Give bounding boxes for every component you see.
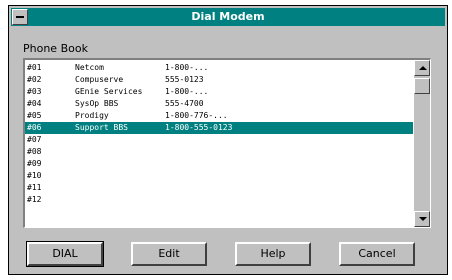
- entry-name: Prodigy: [75, 111, 109, 120]
- entry-num: #11: [27, 183, 42, 192]
- list-item[interactable]: #01 Netcom 1-800-...: [25, 62, 413, 74]
- arrow-up-icon: [419, 66, 427, 70]
- arrow-down-icon: [419, 217, 427, 221]
- help-button[interactable]: Help: [235, 242, 311, 266]
- list-item[interactable]: #11: [25, 182, 413, 194]
- edit-button[interactable]: Edit: [131, 242, 207, 266]
- entry-num: #06: [27, 123, 42, 132]
- phone-book-label: Phone Book: [23, 42, 88, 55]
- entry-phone: 1-800-555-0123: [165, 123, 233, 132]
- entry-phone: 1-800-...: [165, 63, 209, 72]
- entry-phone: 1-800-776-...: [165, 111, 228, 120]
- window-title: Dial Modem: [191, 10, 265, 23]
- system-menu-icon[interactable]: [12, 9, 28, 25]
- entry-num: #01: [27, 63, 42, 72]
- scroll-down-button[interactable]: [414, 211, 430, 227]
- entry-name: Support BBS: [75, 123, 128, 132]
- entry-num: #07: [27, 135, 42, 144]
- entry-num: #04: [27, 99, 42, 108]
- list-item[interactable]: #08: [25, 146, 413, 158]
- list-item[interactable]: #03 GEnie Services 1-800-...: [25, 86, 413, 98]
- list-item[interactable]: #07: [25, 134, 413, 146]
- dial-button[interactable]: DIAL: [26, 241, 104, 267]
- entry-num: #03: [27, 87, 42, 96]
- entry-phone: 555-4700: [165, 99, 204, 108]
- entry-num: #05: [27, 111, 42, 120]
- list-item[interactable]: #04 SysOp BBS 555-4700: [25, 98, 413, 110]
- entry-phone: 1-800-...: [165, 87, 209, 96]
- phone-book-list[interactable]: #01 Netcom 1-800-... #02 Compuserve 555-0123 #…: [23, 58, 431, 228]
- list-item[interactable]: #12: [25, 194, 413, 206]
- scroll-thumb[interactable]: [414, 78, 430, 94]
- list-item[interactable]: #02 Compuserve 555-0123: [25, 74, 413, 86]
- list-item[interactable]: #10: [25, 170, 413, 182]
- dial-modem-dialog: Dial Modem Phone Book #01 Netcom 1-800-...…: [8, 5, 448, 275]
- cancel-button[interactable]: Cancel: [339, 242, 415, 266]
- vertical-scrollbar[interactable]: [414, 60, 430, 227]
- entry-name: Netcom: [75, 63, 104, 72]
- entry-name: Compuserve: [75, 75, 124, 84]
- entry-num: #08: [27, 147, 42, 156]
- entry-name: SysOp BBS: [75, 99, 119, 108]
- entry-num: #02: [27, 75, 42, 84]
- entry-num: #09: [27, 159, 42, 168]
- phone-book-rows: #01 Netcom 1-800-... #02 Compuserve 555-0123 #…: [25, 62, 413, 206]
- list-item[interactable]: #05 Prodigy 1-800-776-...: [25, 110, 413, 122]
- list-item[interactable]: #06 Support BBS 1-800-555-0123: [25, 122, 413, 134]
- entry-name: GEnie Services: [75, 87, 143, 96]
- list-item[interactable]: #09: [25, 158, 413, 170]
- entry-num: #12: [27, 195, 42, 204]
- entry-num: #10: [27, 171, 42, 180]
- scroll-up-button[interactable]: [414, 60, 430, 76]
- title-bar: Dial Modem: [11, 8, 445, 26]
- entry-phone: 555-0123: [165, 75, 204, 84]
